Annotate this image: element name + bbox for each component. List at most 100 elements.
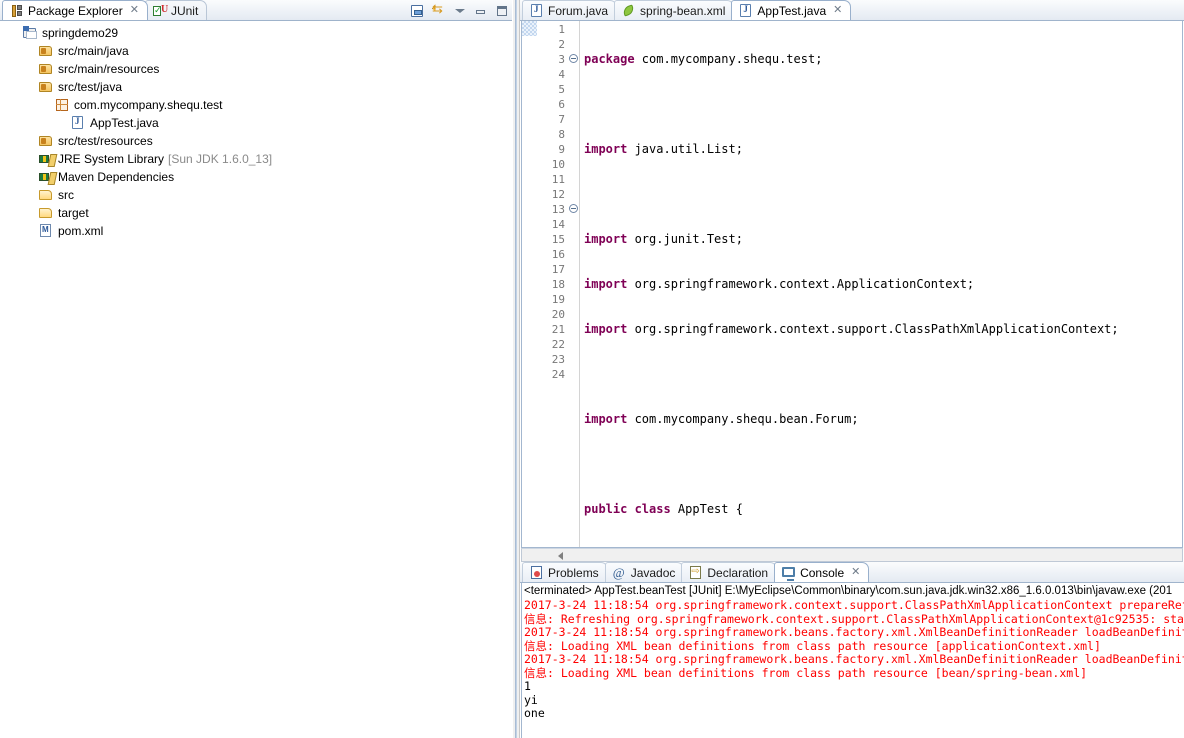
tab-apptest-java[interactable]: AppTest.java ✕ [731,0,852,20]
console-line: one [524,706,545,720]
tab-junit[interactable]: U JUnit [144,0,208,20]
console-line: 2017-3-24 11:18:54 org.springframework.b… [524,625,1184,639]
link-with-editor-icon[interactable] [431,1,447,19]
tree-item-label: JRE System Library [58,152,165,166]
tree-item-label: target [58,206,89,220]
tree-item-src-main-resources[interactable]: src/main/resources [0,60,512,78]
package-explorer-tabstrip: Package Explorer ✕ U JUnit [0,0,512,21]
code-line-11: public class AppTest { [584,502,743,516]
source-folder-icon [38,133,54,149]
tab-declaration[interactable]: Declaration [681,562,778,582]
console-output[interactable]: <terminated> AppTest.beanTest [JUnit] E:… [521,583,1184,738]
library-icon [38,169,54,185]
tree-item-jre-system-library[interactable]: JRE System Library [Sun JDK 1.6.0_13] [0,150,512,168]
minimize-icon[interactable] [473,3,489,19]
tab-console-label: Console [800,565,845,580]
tab-package-explorer[interactable]: Package Explorer ✕ [2,0,148,20]
source-folder-icon [38,79,54,95]
tab-forum-java-label: Forum.java [548,3,609,18]
fold-marker-line-3[interactable] [568,51,579,66]
tree-item-label: src/main/java [58,44,129,58]
editor-horizontal-scrollbar[interactable] [521,548,1183,562]
console-view: Problems @ Javadoc Declaration Console ✕… [520,562,1184,738]
tab-forum-java[interactable]: Forum.java [522,0,618,20]
tab-spring-bean-xml-label: spring-bean.xml [640,3,726,18]
scroll-left-arrow-icon[interactable] [558,552,563,560]
line-number: 14 [551,218,565,231]
editor-area: Forum.java spring-bean.xml AppTest.java … [520,0,1184,562]
maximize-icon[interactable] [494,3,510,19]
junit-icon: U [152,3,168,18]
line-number: 5 [558,83,565,96]
tree-item-pom-xml[interactable]: pom.xml [0,222,512,240]
line-number: 10 [551,158,565,171]
project-tree[interactable]: springdemo29 src/main/java src/main/reso… [0,22,512,738]
editor-marker-bar[interactable] [522,21,537,547]
code-line-5: import org.junit.Test; [584,232,743,246]
console-line: 1 [524,679,531,693]
line-number: 4 [558,68,565,81]
tab-package-explorer-label: Package Explorer [28,3,123,18]
editor-code-text[interactable]: package com.mycompany.shequ.test; import… [580,22,1182,547]
tab-spring-bean-xml[interactable]: spring-bean.xml [614,0,735,20]
tab-javadoc[interactable]: @ Javadoc [604,562,685,582]
tab-declaration-label: Declaration [707,565,769,580]
tab-console-close-icon[interactable]: ✕ [851,567,860,578]
console-tabstrip: Problems @ Javadoc Declaration Console ✕ [520,562,1184,583]
console-line: yi [524,692,538,707]
code-line-1: package com.mycompany.shequ.test; [584,52,823,66]
code-line-3: import java.util.List; [584,142,743,156]
view-menu-icon[interactable] [452,3,468,19]
editor-folding-ruler[interactable] [568,21,579,547]
library-icon [38,151,54,167]
tab-console[interactable]: Console ✕ [774,562,870,582]
console-line: 信息: Refreshing org.springframework.conte… [524,611,1184,626]
tree-item-target[interactable]: target [0,204,512,222]
xml-bean-icon [621,3,636,18]
tree-item-label: Maven Dependencies [58,170,175,184]
tree-item-src-test-java[interactable]: src/test/java [0,78,512,96]
line-number: 8 [558,128,565,141]
tree-item-package[interactable]: com.mycompany.shequ.test [0,96,512,114]
source-folder-icon [38,61,54,77]
source-folder-icon [38,43,54,59]
code-line-7: import org.springframework.context.suppo… [584,322,1119,336]
panel-sash-divider[interactable] [512,0,520,738]
tree-item-maven-dependencies[interactable]: Maven Dependencies [0,168,512,186]
tree-item-apptest-java[interactable]: AppTest.java [0,114,512,132]
tree-item-src[interactable]: src [0,186,512,204]
line-number: 23 [551,353,565,366]
tree-item-suffix: [Sun JDK 1.6.0_13] [168,152,273,166]
tab-apptest-java-label: AppTest.java [757,3,827,18]
line-number: 7 [558,113,565,126]
tab-problems[interactable]: Problems [522,562,608,582]
project-icon [22,25,38,41]
editor-body[interactable]: 1 2 3 4 5 6 7 8 9 10 11 12 13 14 15 16 1 [521,21,1183,548]
marker-highlight [522,21,537,36]
collapse-all-icon[interactable] [410,3,426,19]
tree-item-label: springdemo29 [42,26,119,40]
package-explorer-icon [9,3,24,18]
code-line-6: import org.springframework.context.Appli… [584,277,975,291]
java-file-icon [529,3,544,18]
editor-line-number-ruler: 1 2 3 4 5 6 7 8 9 10 11 12 13 14 15 16 1 [537,21,568,547]
tree-item-label: com.mycompany.shequ.test [74,98,223,112]
tree-item-label: AppTest.java [90,116,159,130]
line-number: 24 [551,368,565,381]
tree-item-src-test-resources[interactable]: src/test/resources [0,132,512,150]
tree-item-src-main-java[interactable]: src/main/java [0,42,512,60]
line-number: 12 [551,188,565,201]
tree-item-project[interactable]: springdemo29 [0,24,512,42]
line-number: 15 [551,233,565,246]
line-number: 11 [551,173,565,186]
declaration-icon [688,565,703,580]
fold-marker-line-13[interactable] [568,201,579,216]
editor-tabstrip: Forum.java spring-bean.xml AppTest.java … [520,0,1184,21]
tab-problems-label: Problems [548,565,599,580]
tab-package-explorer-close-icon[interactable]: ✕ [130,5,139,16]
tab-javadoc-label: Javadoc [630,565,676,580]
tab-apptest-java-close-icon[interactable]: ✕ [833,5,842,16]
